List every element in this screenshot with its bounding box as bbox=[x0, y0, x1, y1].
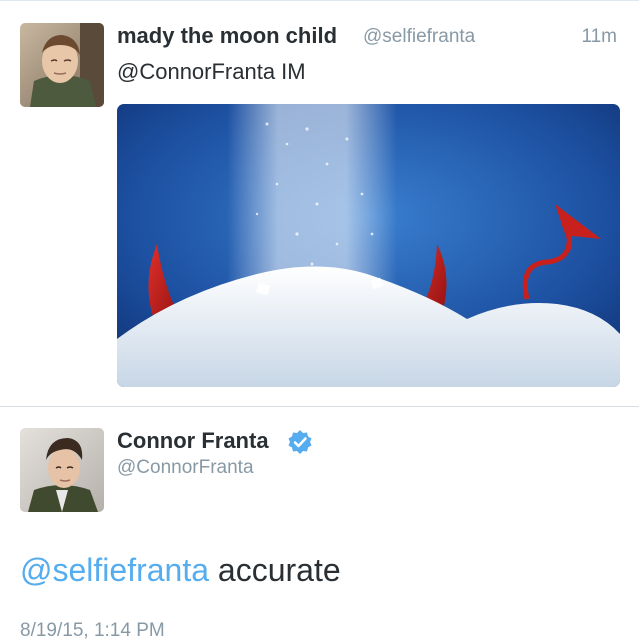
verified-badge-icon bbox=[287, 429, 313, 455]
author-handle[interactable]: @selfiefranta bbox=[363, 26, 475, 48]
tweet[interactable]: mady the moon child @selfiefranta 11m @C… bbox=[0, 0, 639, 406]
reply-text-body: accurate bbox=[209, 552, 341, 588]
tweet-divider bbox=[0, 406, 639, 407]
tweet-timestamp[interactable]: 8/19/15, 1:14 PM bbox=[20, 620, 165, 639]
reply-text: @selfiefranta accurate bbox=[20, 552, 341, 589]
tweet-media-image[interactable] bbox=[117, 104, 620, 387]
author-handle[interactable]: @ConnorFranta bbox=[117, 457, 254, 479]
author-name[interactable]: mady the moon child bbox=[117, 23, 337, 49]
tweet-time[interactable]: 11m bbox=[581, 26, 617, 48]
author-name[interactable]: Connor Franta bbox=[117, 428, 269, 454]
mention-link[interactable]: @selfiefranta bbox=[20, 552, 209, 588]
avatar[interactable] bbox=[20, 23, 104, 107]
tweet-text: @ConnorFranta IM bbox=[117, 59, 306, 84]
avatar[interactable] bbox=[20, 428, 104, 512]
